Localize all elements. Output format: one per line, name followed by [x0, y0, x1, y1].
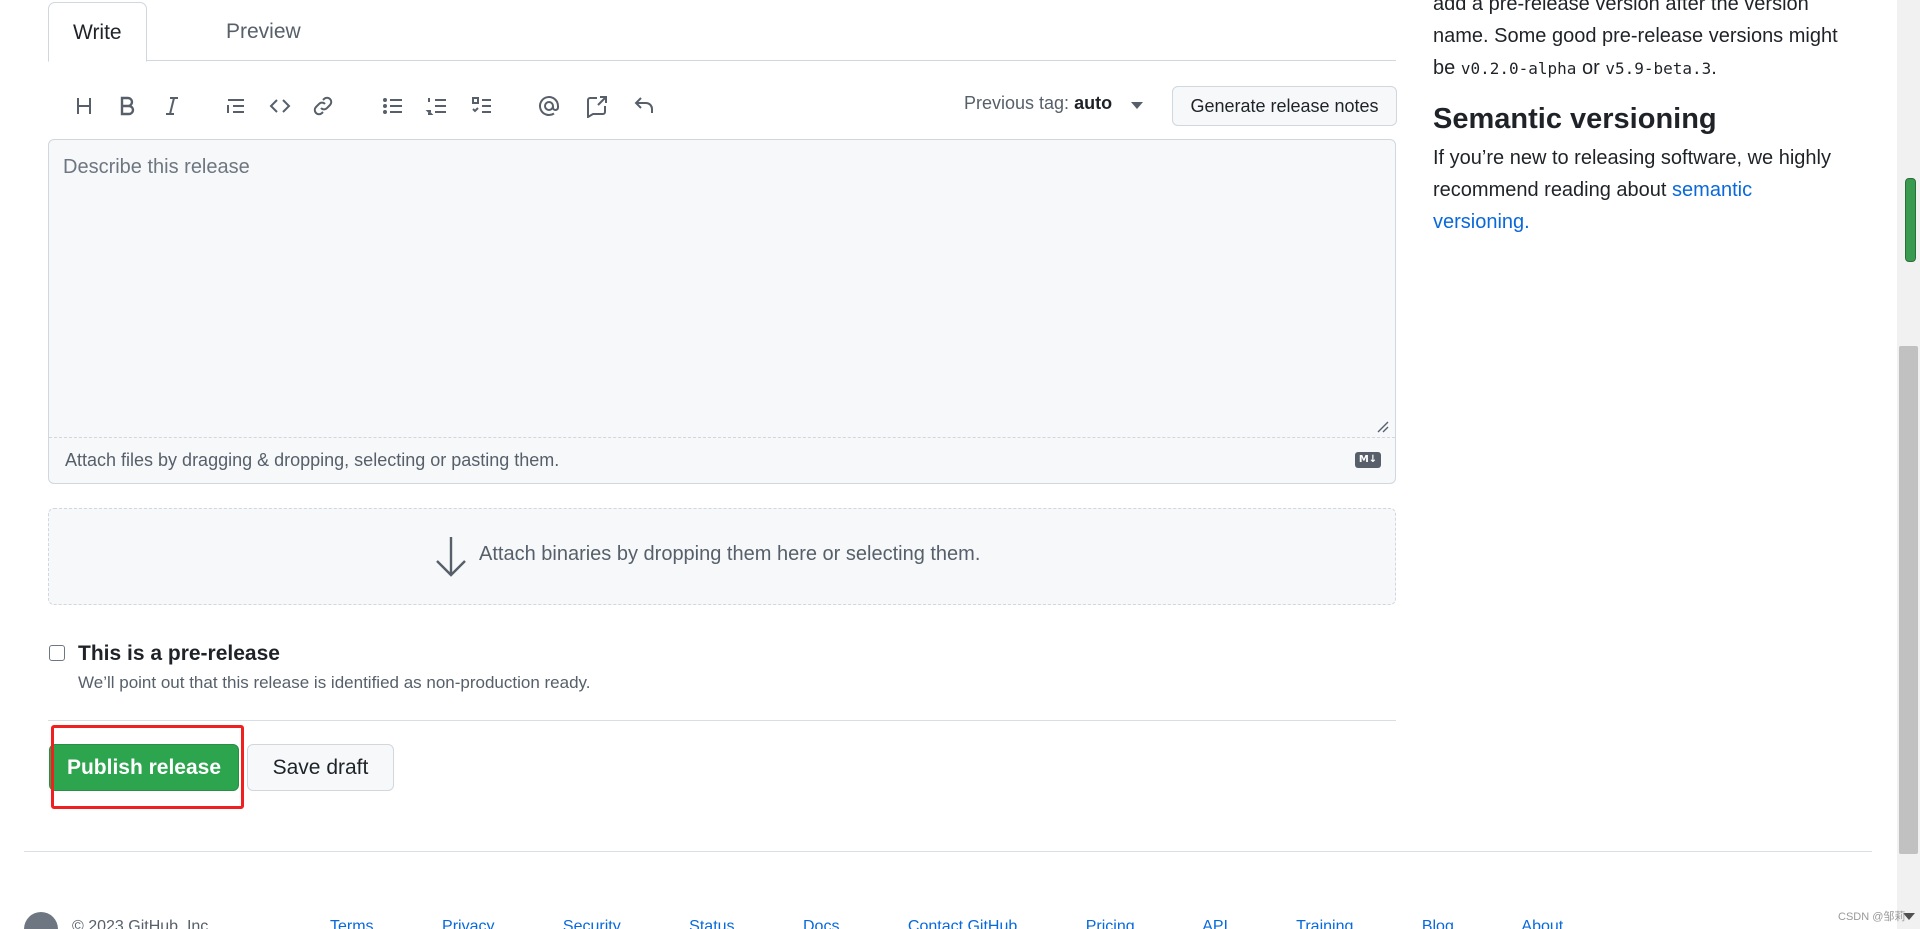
footer-link[interactable]: Privacy: [442, 918, 494, 929]
scroll-indicator: [1905, 178, 1916, 262]
footer-link[interactable]: Security: [563, 918, 621, 929]
file-attach-bar[interactable]: Attach files by dragging & dropping, sel…: [49, 437, 1395, 483]
prerelease-checkbox[interactable]: [49, 645, 65, 661]
quote-icon[interactable]: [218, 86, 254, 126]
publish-release-button[interactable]: Publish release: [49, 744, 239, 791]
footer-links: Terms Privacy Security Status Docs Conta…: [330, 918, 1627, 929]
italic-icon[interactable]: [154, 86, 190, 126]
reply-icon[interactable]: [626, 86, 662, 126]
cross-reference-icon[interactable]: [579, 86, 615, 126]
editor-tabs: Write Preview: [48, 0, 1396, 62]
ordered-list-icon[interactable]: [419, 86, 455, 126]
prerelease-help-text: add a pre-release version after the vers…: [1433, 0, 1853, 85]
scrollbar-thumb[interactable]: [1899, 346, 1918, 854]
bold-icon[interactable]: [109, 86, 145, 126]
generate-release-notes-button[interactable]: Generate release notes: [1172, 86, 1397, 126]
footer-link[interactable]: Status: [689, 918, 734, 929]
footer-link[interactable]: Blog: [1422, 918, 1454, 929]
previous-tag-label: Previous tag:: [964, 93, 1070, 113]
release-help-sidebar: add a pre-release version after the vers…: [1433, 0, 1853, 238]
tab-write[interactable]: Write: [48, 2, 147, 62]
code-icon[interactable]: [262, 86, 298, 126]
footer-link[interactable]: API: [1202, 918, 1228, 929]
footer-link[interactable]: Contact GitHub: [908, 918, 1017, 929]
divider: [48, 720, 1396, 721]
chevron-down-icon[interactable]: [1131, 102, 1143, 109]
help-text: or: [1576, 57, 1606, 79]
link-icon[interactable]: [305, 86, 341, 126]
prerelease-label[interactable]: This is a pre-release: [78, 642, 280, 666]
version-example: v5.9-beta.3: [1605, 59, 1712, 78]
footer-link[interactable]: Terms: [330, 918, 374, 929]
github-logo-icon[interactable]: [24, 912, 58, 929]
attach-binaries-text: Attach binaries by dropping them here or…: [479, 543, 981, 565]
markdown-toolbar: Previous tag: auto Generate release note…: [48, 86, 1397, 128]
textarea-placeholder: Describe this release: [63, 156, 250, 178]
help-text: If you’re new to releasing software, we …: [1433, 147, 1831, 201]
unordered-list-icon[interactable]: [375, 86, 411, 126]
previous-tag-value: auto: [1074, 93, 1113, 113]
footer-link[interactable]: Training: [1296, 918, 1353, 929]
task-list-icon[interactable]: [464, 86, 500, 126]
semantic-versioning-heading: Semantic versioning: [1433, 103, 1717, 135]
binaries-dropzone[interactable]: Attach binaries by dropping them here or…: [48, 508, 1396, 605]
previous-tag-selector[interactable]: Previous tag: auto: [964, 93, 1112, 114]
save-draft-button[interactable]: Save draft: [247, 744, 394, 791]
version-example: v0.2.0-alpha: [1460, 59, 1577, 78]
mention-icon[interactable]: [531, 86, 567, 126]
resize-handle-icon[interactable]: [1375, 419, 1389, 433]
semver-help-text: If you’re new to releasing software, we …: [1433, 142, 1853, 238]
markdown-icon[interactable]: M↓: [1355, 452, 1381, 468]
heading-icon[interactable]: [66, 86, 102, 126]
footer-copyright: © 2023 GitHub, Inc.: [72, 918, 213, 929]
prerelease-description: We’ll point out that this release is ide…: [78, 673, 591, 692]
attach-files-text: Attach files by dragging & dropping, sel…: [65, 450, 560, 470]
footer-link[interactable]: About: [1521, 918, 1563, 929]
footer-divider: [24, 851, 1872, 852]
help-text: .: [1711, 57, 1717, 79]
arrow-down-icon: [436, 537, 466, 577]
footer-link[interactable]: Pricing: [1086, 918, 1135, 929]
release-description-textarea[interactable]: Describe this release Attach files by dr…: [48, 139, 1396, 484]
footer-link[interactable]: Docs: [803, 918, 839, 929]
watermark: CSDN @邹莉: [1838, 911, 1906, 923]
tab-preview[interactable]: Preview: [202, 2, 325, 62]
